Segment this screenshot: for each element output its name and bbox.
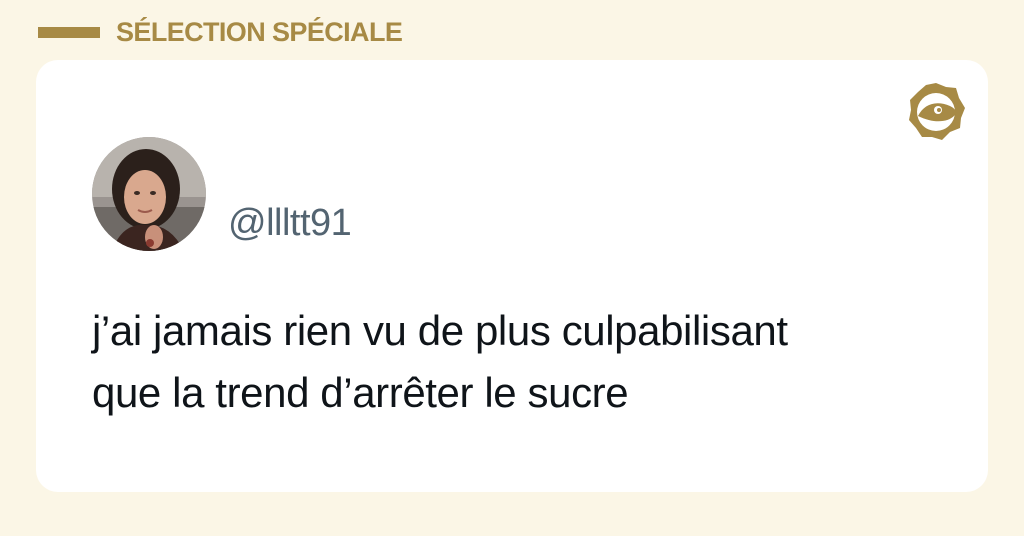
section-header: SÉLECTION SPÉCIALE bbox=[38, 14, 403, 50]
author-handle[interactable]: @llltt91 bbox=[228, 202, 352, 245]
section-title: SÉLECTION SPÉCIALE bbox=[116, 16, 403, 47]
author-avatar[interactable] bbox=[92, 137, 206, 251]
tweet-card: @llltt91 j’ai jamais rien vu de plus cul… bbox=[36, 60, 988, 492]
tweet-text: j’ai jamais rien vu de plus culpabilisan… bbox=[92, 300, 972, 424]
tweet-text-line: j’ai jamais rien vu de plus culpabilisan… bbox=[92, 307, 788, 354]
header-accent-bar bbox=[38, 26, 100, 38]
tweet-text-line: que la trend d’arrêter le sucre bbox=[92, 369, 629, 416]
fish-eye-badge-icon bbox=[904, 80, 968, 144]
